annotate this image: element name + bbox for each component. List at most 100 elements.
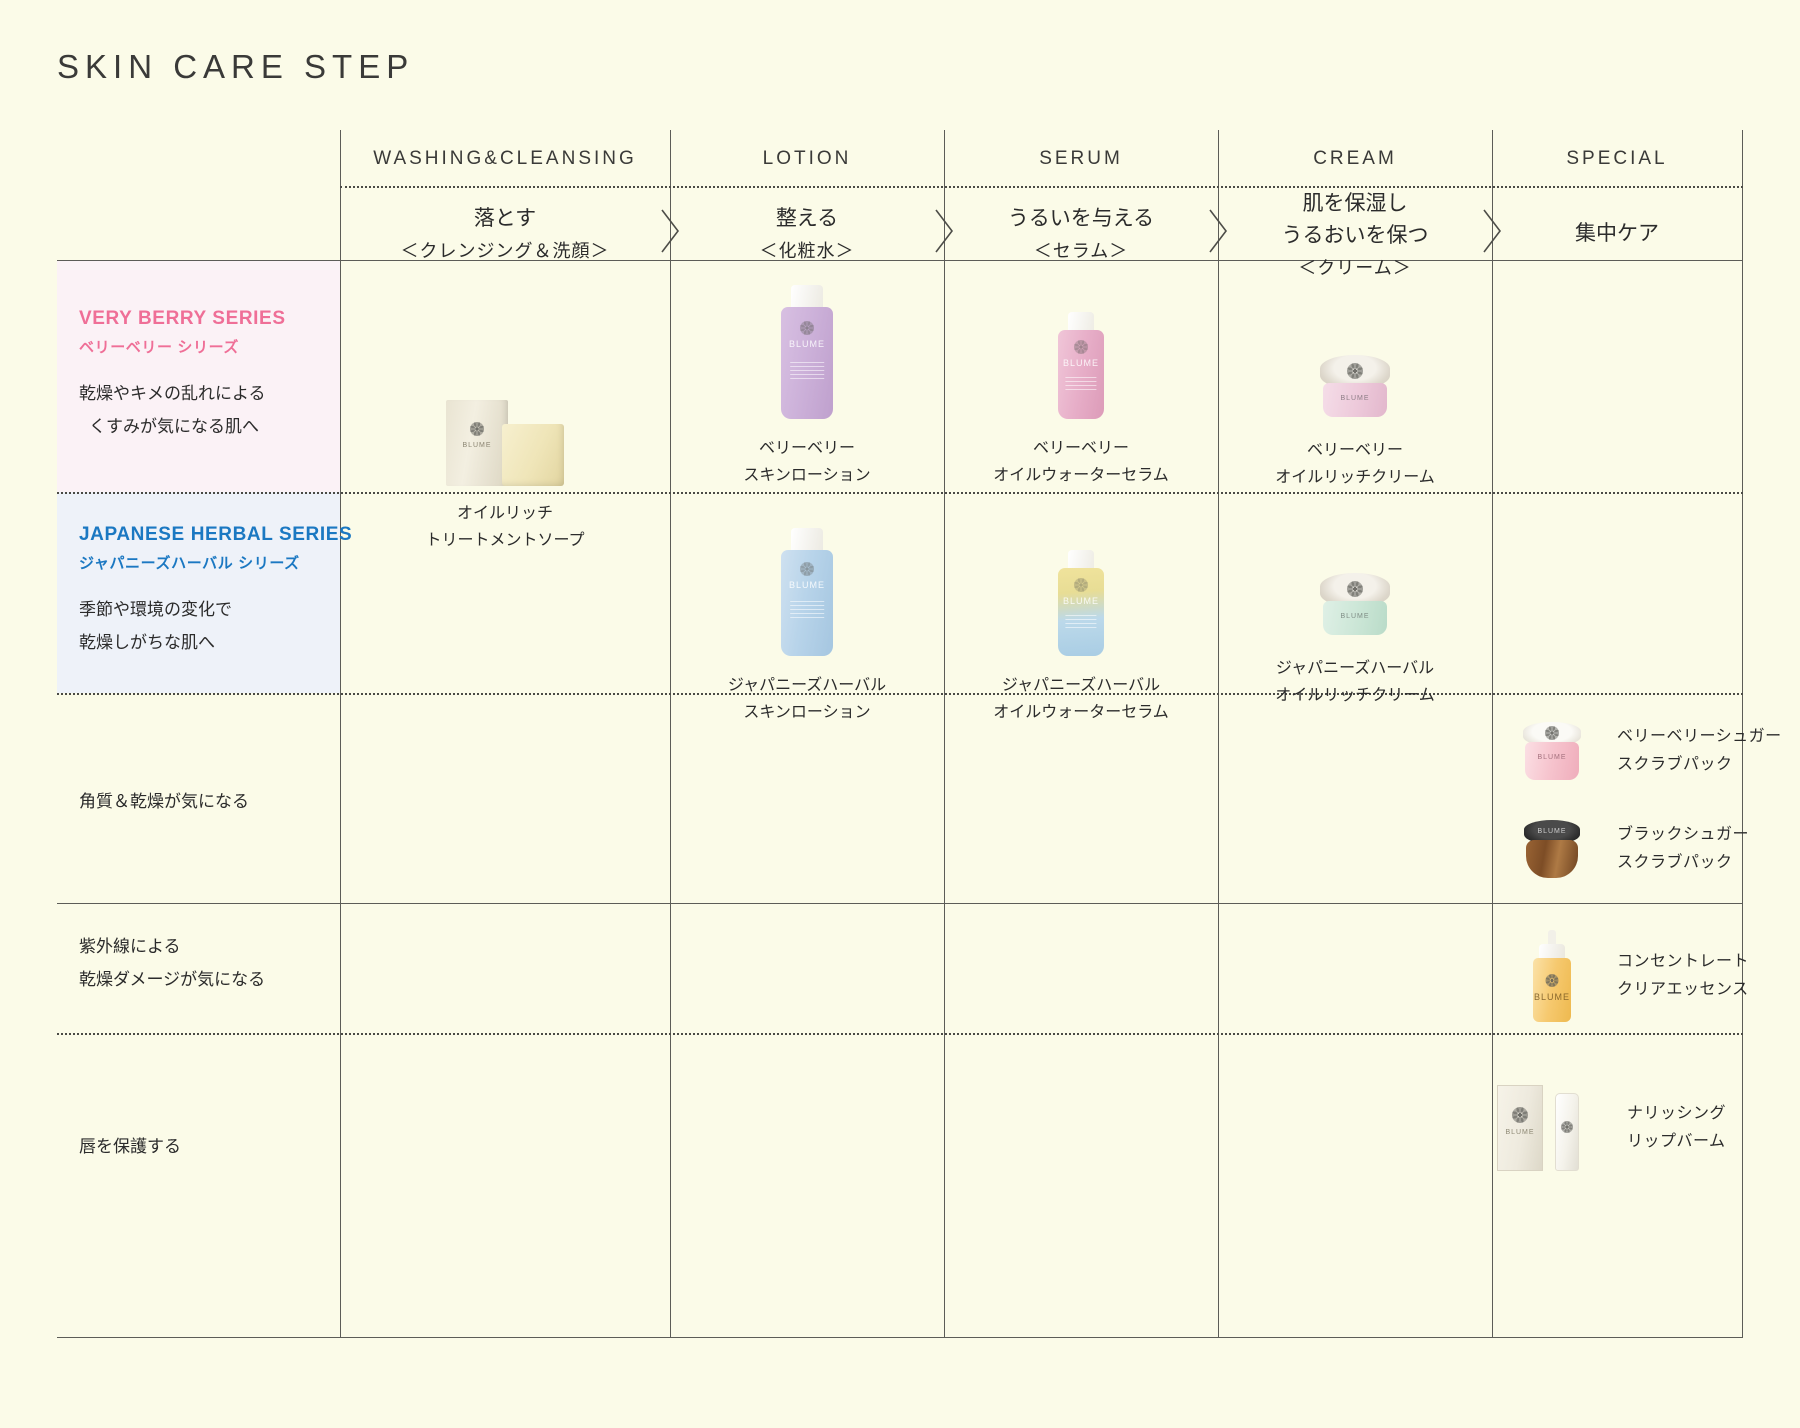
rule-under-en-headers [340, 186, 1743, 188]
chevron-right-icon-1 [658, 208, 684, 253]
col-divider-special [1492, 130, 1493, 1337]
bottle-label-lines [790, 598, 824, 621]
step-label-cream: 肌を保湿し うるおいを保つ ＜クリーム＞ [1218, 188, 1492, 284]
series-desc-japanese-herbal-2: 乾燥しがちな肌へ [79, 633, 215, 652]
product-cell-berry-scrub[interactable]: BLUME ベリーベリーシュガー スクラブパック [1509, 722, 1782, 780]
step-washing-main: 落とす [473, 207, 537, 230]
product-cell-berry-serum[interactable]: BLUME ベリーベリー オイルウォーターセラム [944, 312, 1218, 489]
product-name-clear-essence-1: コンセントレート [1617, 953, 1750, 970]
bottle-flower-icon [1074, 340, 1088, 354]
step-special-main: 集中ケア [1575, 222, 1659, 245]
product-name-berry-lotion-1: ベリーベリー [758, 440, 855, 457]
bottle-flower-icon [1545, 974, 1559, 987]
product-name-berry-scrub: ベリーベリーシュガー スクラブパック [1595, 723, 1782, 779]
column-header-special: SPECIAL [1566, 148, 1668, 169]
rule-table-bottom [57, 1337, 1743, 1338]
page-title: SKIN CARE STEP [57, 48, 415, 85]
col-divider-washing [340, 130, 341, 1337]
product-name-herbal-cream-2: オイルリッチクリーム [1275, 687, 1435, 704]
row-label-uv-1: 紫外線による [79, 937, 181, 956]
product-name-berry-cream-1: ベリーベリー [1306, 442, 1403, 459]
step-label-washing: 落とす ＜クレンジング＆洗顔＞ [340, 203, 670, 267]
step-serum-sub: ＜セラム＞ [1033, 241, 1129, 261]
step-cream-sub: ＜クリーム＞ [1298, 258, 1412, 278]
product-cell-clear-essence[interactable]: BLUME コンセントレート クリアエッセンス [1509, 930, 1749, 1022]
row-label-uv-2: 乾燥ダメージが気になる [79, 970, 266, 989]
product-name-soap-1: オイルリッチ [456, 505, 553, 522]
serum-bottle-product-icon: BLUME [1055, 550, 1107, 656]
jar-brand-text: BLUME [1340, 395, 1370, 402]
product-name-herbal-lotion-1: ジャパニーズハーバル [727, 677, 887, 694]
product-name-soap-2: トリートメントソープ [425, 532, 585, 549]
column-header-washing: WASHING&CLEANSING [373, 148, 637, 169]
step-lotion-main: 整える [775, 207, 839, 230]
jar-lid-flower-icon [1347, 581, 1363, 597]
row-label-scrub: 角質＆乾燥が気になる [79, 792, 249, 811]
lip-balm-carton [1497, 1085, 1543, 1171]
col-divider-cream [1218, 130, 1219, 1337]
soap-carton-flower-icon [470, 422, 484, 436]
product-name-herbal-serum-2: オイルウォーターセラム [993, 704, 1169, 721]
product-name-black-scrub-1: ブラックシュガー [1617, 826, 1750, 843]
step-cream-main-2: うるおいを保つ [1281, 224, 1429, 247]
product-name-lip-balm-2: リップバーム [1627, 1133, 1726, 1150]
bottle-cap [1068, 550, 1094, 570]
bottle-body [1533, 958, 1571, 1022]
product-name-berry-scrub-1: ベリーベリーシュガー [1617, 728, 1782, 745]
dropper-bottle-product-icon: BLUME [1509, 930, 1595, 1022]
series-desc-very-berry-2: くすみが気になる肌へ [89, 417, 259, 436]
step-serum-main: うるいを与える [1007, 207, 1155, 230]
product-cell-black-scrub[interactable]: BLUME ブラックシュガー スクラブパック [1509, 820, 1749, 878]
product-cell-lip-balm[interactable]: BLUME ナリッシング リップバーム [1497, 1085, 1726, 1171]
jar-lid-flower-icon [1347, 363, 1363, 379]
series-desc-japanese-herbal-1: 季節や環境の変化で [79, 600, 232, 619]
jar-base [1525, 742, 1579, 780]
series-subtitle-very-berry: ベリーベリー シリーズ [79, 339, 240, 356]
product-cell-herbal-cream[interactable]: BLUME ジャパニーズハーバル オイルリッチクリーム [1218, 573, 1492, 709]
rule-berry-herbal [57, 492, 1743, 494]
soap-carton-text: BLUME [462, 442, 492, 449]
bottle-label-lines [790, 359, 824, 382]
jar-base [1526, 840, 1578, 878]
bottle-flower-icon [1074, 578, 1088, 592]
pink-scrub-jar-product-icon: BLUME [1509, 722, 1595, 780]
soap-box-product-icon: BLUME [440, 400, 570, 486]
jar-brand-text: BLUME [1340, 613, 1370, 620]
product-cell-berry-lotion[interactable]: BLUME ベリーベリー スキンローション [670, 285, 944, 489]
step-lotion-sub: ＜化粧水＞ [759, 241, 855, 261]
product-name-berry-lotion-2: スキンローション [743, 467, 871, 484]
step-label-serum: うるいを与える ＜セラム＞ [944, 203, 1218, 267]
product-cell-berry-cream[interactable]: BLUME ベリーベリー オイルリッチクリーム [1218, 355, 1492, 491]
bottle-brand-text: BLUME [1533, 992, 1570, 1002]
column-header-serum: SERUM [1039, 148, 1123, 169]
lotion-bottle-product-icon: BLUME [779, 528, 835, 656]
bottle-brand-text: BLUME [788, 580, 825, 590]
product-name-clear-essence-2: クリアエッセンス [1617, 981, 1749, 998]
series-title-japanese-herbal: JAPANESE HERBAL SERIES [79, 524, 353, 545]
cream-jar-product-icon: BLUME [1317, 355, 1393, 419]
black-scrub-jar-product-icon: BLUME [1509, 820, 1595, 878]
row-label-lip: 唇を保護する [79, 1137, 181, 1156]
bottle-label-lines [1065, 374, 1097, 393]
product-name-lip-balm: ナリッシング リップバーム [1605, 1100, 1726, 1156]
rule-uv-lip [57, 1033, 1743, 1035]
step-label-lotion: 整える ＜化粧水＞ [670, 203, 944, 267]
lip-balm-tube-flower-icon [1561, 1121, 1573, 1133]
bottle-brand-text: BLUME [1062, 596, 1099, 606]
product-name-lip-balm-1: ナリッシング [1627, 1105, 1727, 1122]
jar-brand-text: BLUME [1537, 828, 1567, 835]
product-cell-herbal-lotion[interactable]: BLUME ジャパニーズハーバル スキンローション [670, 528, 944, 726]
jar-brand-text: BLUME [1537, 754, 1567, 761]
product-cell-herbal-serum[interactable]: BLUME ジャパニーズハーバル オイルウォーターセラム [944, 550, 1218, 726]
product-name-clear-essence: コンセントレート クリアエッセンス [1595, 948, 1749, 1004]
product-name-berry-serum-2: オイルウォーターセラム [993, 467, 1169, 484]
care-step-table: WASHING&CLEANSING LOTION SERUM CREAM SPE… [57, 130, 1781, 1338]
lip-balm-product-icon: BLUME [1497, 1085, 1597, 1171]
bottle-brand-text: BLUME [788, 339, 825, 349]
series-desc-very-berry-1: 乾燥やキメの乱れによる [79, 384, 266, 403]
step-washing-sub: ＜クレンジング＆洗顔＞ [400, 241, 610, 261]
series-subtitle-japanese-herbal: ジャパニーズハーバル シリーズ [79, 555, 300, 572]
soap-bar [502, 424, 564, 486]
product-name-berry-serum-1: ベリーベリー [1032, 440, 1129, 457]
product-cell-soap[interactable]: BLUME オイルリッチ トリートメントソープ [340, 400, 670, 554]
